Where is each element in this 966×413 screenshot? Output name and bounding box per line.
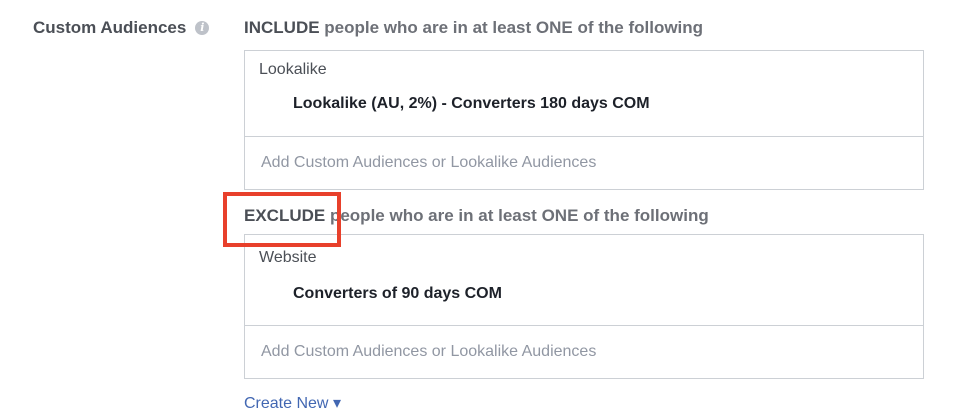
include-category-label: Lookalike bbox=[259, 61, 327, 78]
exclude-text: people who are in at least ONE of the fo… bbox=[325, 206, 709, 225]
exclude-heading: EXCLUDE people who are in at least ONE o… bbox=[244, 206, 709, 226]
include-audience-tag[interactable]: Lookalike (AU, 2%) - Converters 180 days… bbox=[293, 95, 650, 113]
exclude-audience-box: Website Converters of 90 days COM bbox=[244, 234, 924, 326]
dropdown-arrow-icon: ▾ bbox=[332, 395, 341, 412]
exclude-category-label: Website bbox=[259, 249, 317, 266]
exclude-audience-tag[interactable]: Converters of 90 days COM bbox=[293, 285, 502, 303]
custom-audiences-title: Custom Audiences bbox=[33, 18, 187, 37]
info-icon[interactable]: i bbox=[195, 21, 210, 35]
include-audience-input[interactable] bbox=[244, 137, 924, 190]
include-audience-box: Lookalike Lookalike (AU, 2%) - Converter… bbox=[244, 50, 924, 137]
create-new-label: Create New bbox=[244, 395, 329, 412]
include-heading: INCLUDE people who are in at least ONE o… bbox=[244, 18, 703, 38]
include-text: people who are in at least ONE of the fo… bbox=[319, 18, 704, 37]
exclude-audience-input[interactable] bbox=[244, 326, 924, 379]
exclude-keyword: EXCLUDE bbox=[244, 206, 326, 225]
include-keyword: INCLUDE bbox=[244, 18, 320, 37]
create-new-link[interactable]: Create New ▾ bbox=[244, 393, 341, 413]
custom-audiences-label: Custom Audiences i bbox=[33, 18, 210, 38]
